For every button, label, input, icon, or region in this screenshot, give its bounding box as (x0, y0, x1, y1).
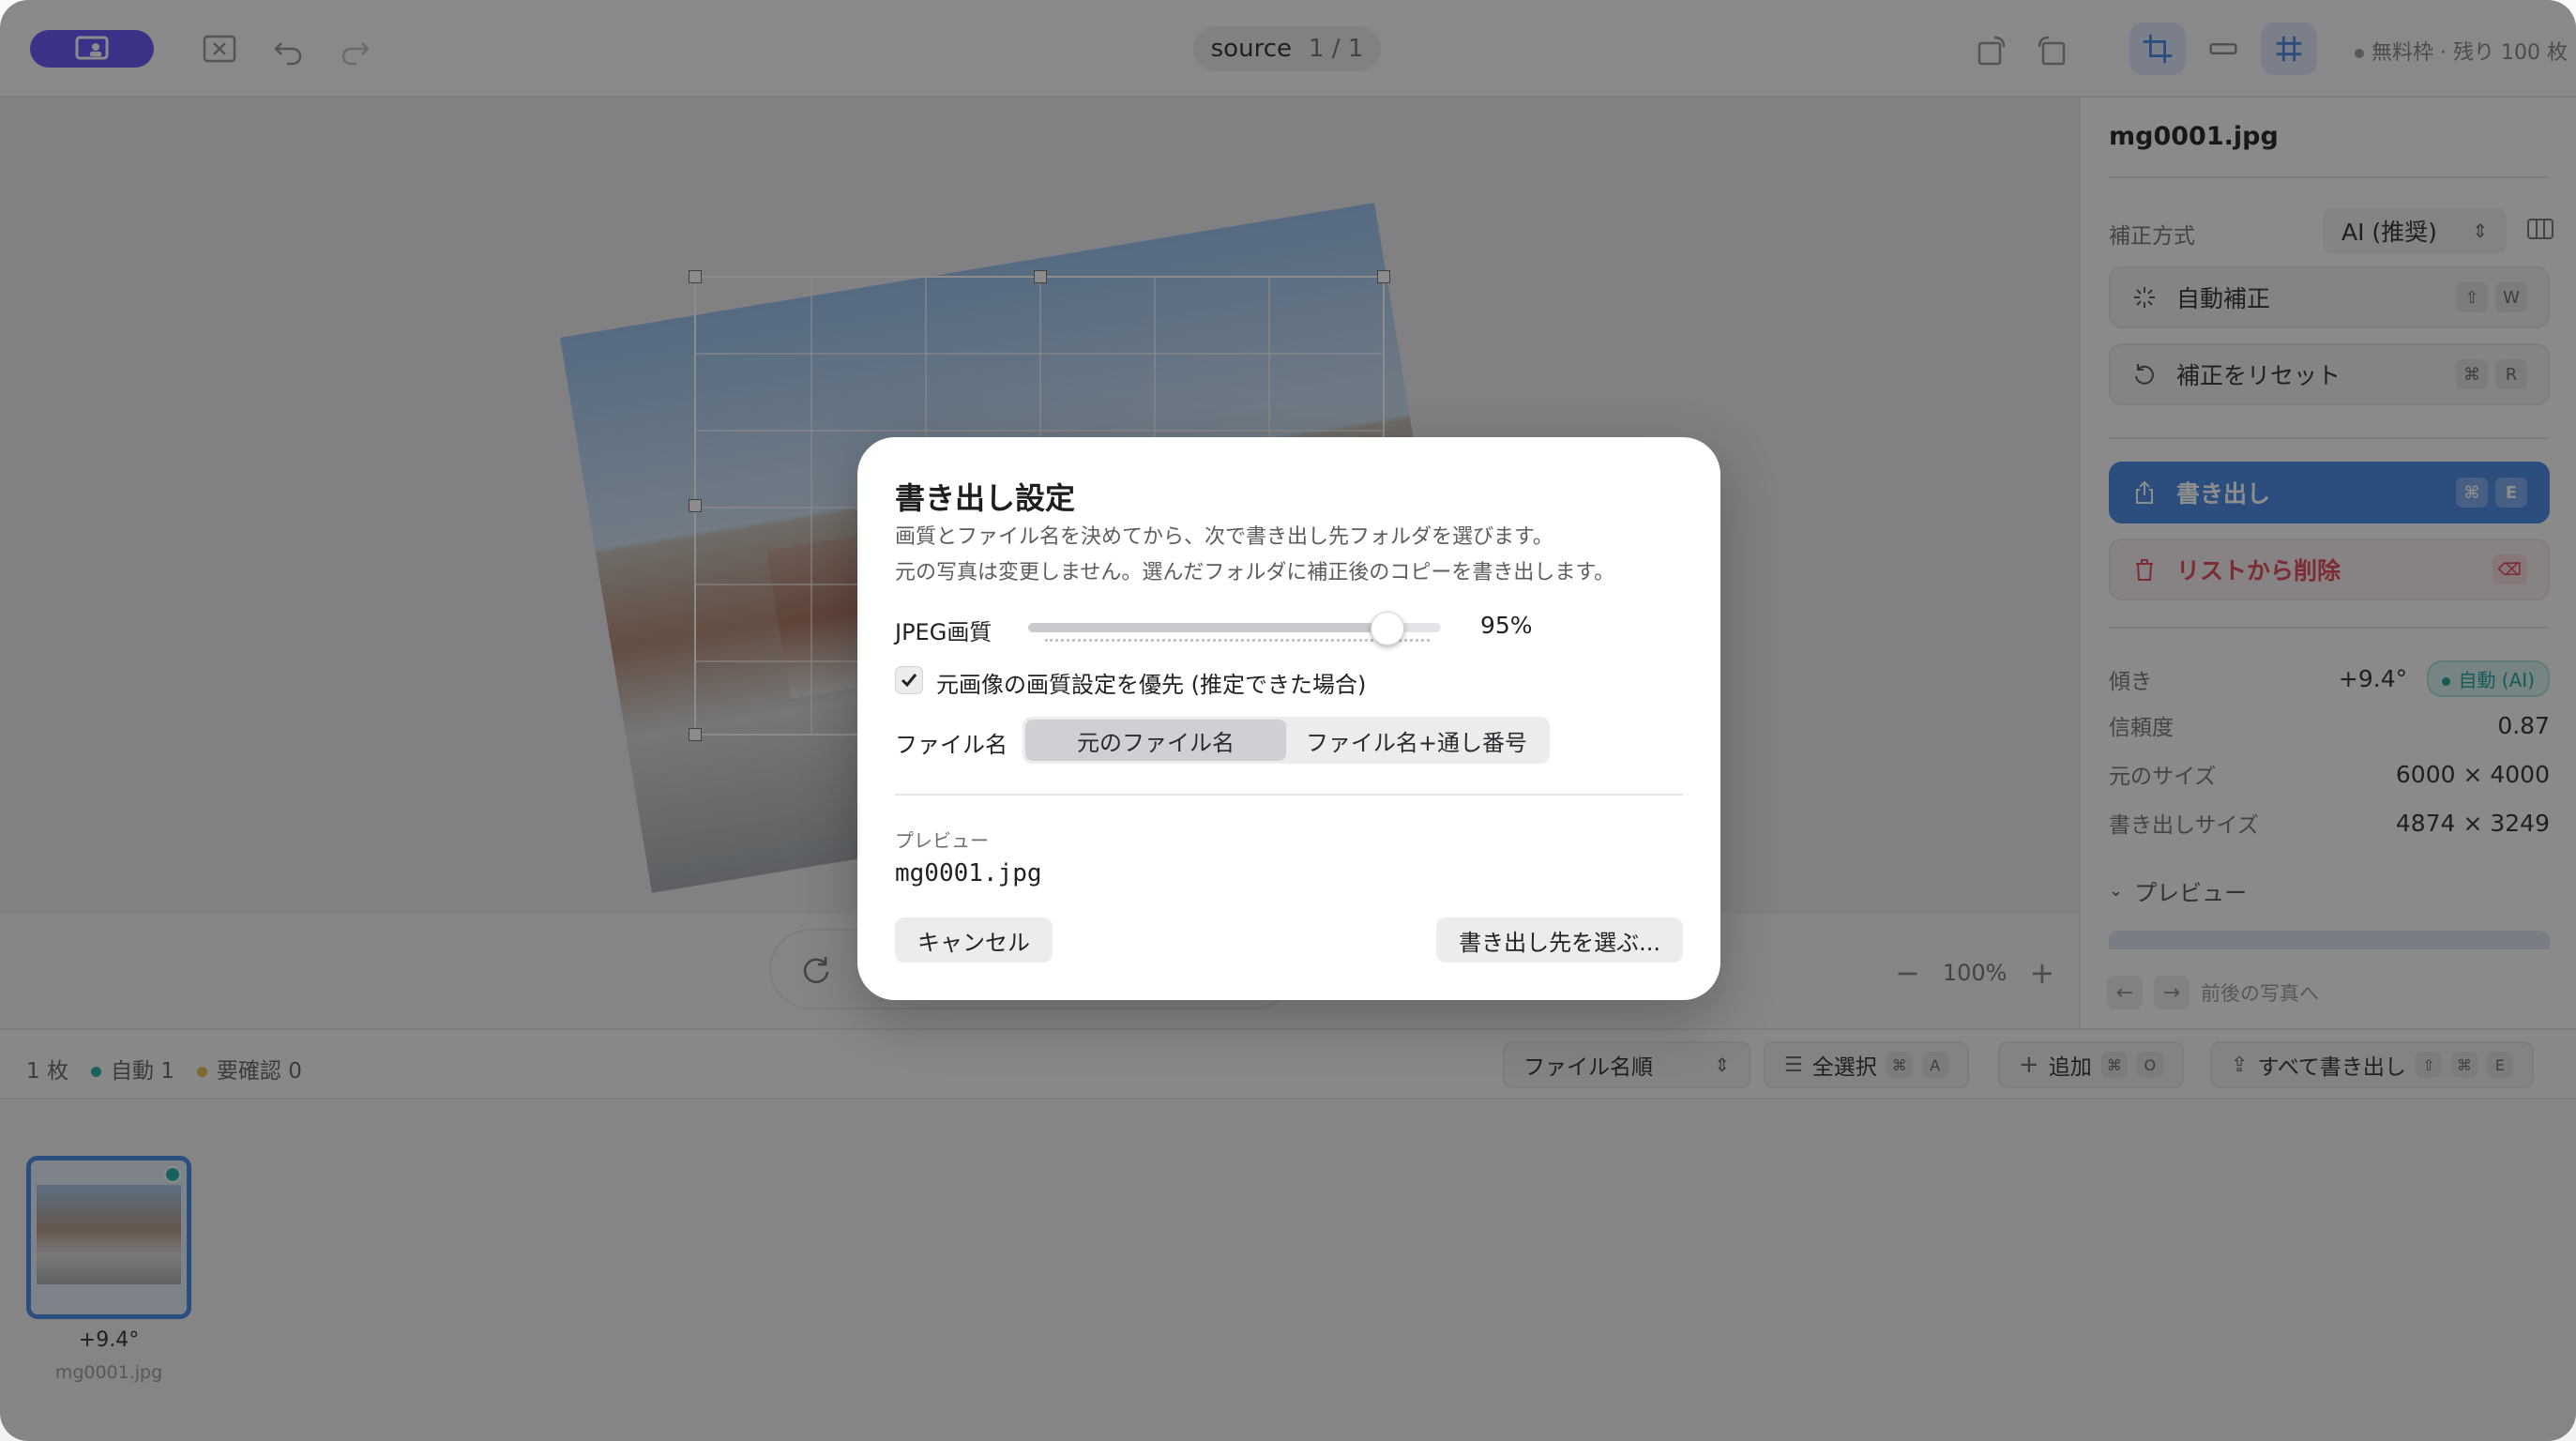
export-settings-dialog: 書き出し設定 画質とファイル名を決めてから、次で書き出し先フォルダを選びます。 … (857, 437, 1720, 1000)
checkmark-icon (901, 674, 917, 688)
quality-slider-thumb[interactable] (1370, 612, 1404, 645)
prefer-source-quality-checkbox[interactable] (895, 666, 923, 694)
filename-mode-segmented: 元のファイル名 ファイル名+通し番号 (1023, 717, 1550, 764)
quality-value: 95% (1480, 612, 1533, 639)
filename-option-original[interactable]: 元のファイル名 (1025, 720, 1286, 761)
dialog-title: 書き出し設定 (895, 480, 1076, 516)
quality-label: JPEG画質 (895, 619, 993, 645)
filename-preview: mg0001.jpg (895, 859, 1042, 887)
divider (895, 794, 1683, 796)
filename-label: ファイル名 (895, 732, 1008, 758)
filename-option-sequence[interactable]: ファイル名+通し番号 (1286, 720, 1547, 761)
dialog-description-line2: 元の写真は変更しません。選んだフォルダに補正後のコピーを書き出します。 (895, 561, 1615, 584)
quality-slider-ticks (1045, 639, 1430, 642)
choose-destination-button[interactable]: 書き出し先を選ぶ... (1436, 918, 1683, 963)
cancel-button[interactable]: キャンセル (895, 918, 1053, 963)
quality-slider-fill (1028, 623, 1387, 632)
preview-caption: プレビュー (895, 829, 989, 852)
dialog-description-line1: 画質とファイル名を決めてから、次で書き出し先フォルダを選びます。 (895, 525, 1553, 549)
prefer-source-quality-label: 元画像の画質設定を優先 (推定できた場合) (936, 672, 1367, 698)
